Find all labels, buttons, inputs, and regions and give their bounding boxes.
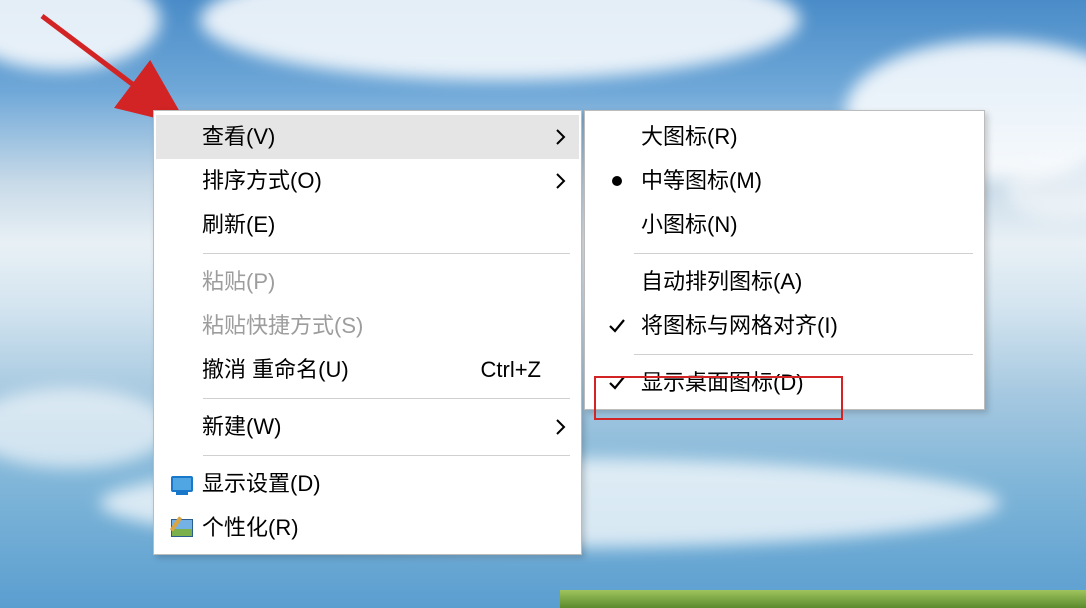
grass-decoration [560, 590, 1086, 608]
menu-label: 粘贴快捷方式(S) [202, 315, 551, 337]
cloud-decoration [0, 0, 160, 70]
menu-accelerator: Ctrl+Z [481, 359, 552, 381]
submenu-item-auto-arrange[interactable]: 自动排列图标(A) [587, 260, 982, 304]
menu-item-sort[interactable]: 排序方式(O) [156, 159, 579, 203]
display-icon [162, 476, 202, 492]
menu-item-personalize[interactable]: 个性化(R) [156, 506, 579, 550]
menu-separator [203, 455, 570, 456]
submenu-item-align-grid[interactable]: 将图标与网格对齐(I) [587, 304, 982, 348]
chevron-right-icon [551, 173, 571, 189]
menu-label: 刷新(E) [202, 214, 551, 236]
checkmark-icon [593, 318, 641, 334]
menu-label: 中等图标(M) [641, 170, 974, 192]
submenu-item-medium-icons[interactable]: 中等图标(M) [587, 159, 982, 203]
menu-label: 排序方式(O) [202, 170, 551, 192]
menu-item-new[interactable]: 新建(W) [156, 405, 579, 449]
menu-label: 查看(V) [202, 126, 551, 148]
menu-label: 新建(W) [202, 416, 551, 438]
menu-item-undo-rename[interactable]: 撤消 重命名(U) Ctrl+Z [156, 348, 579, 392]
menu-separator [203, 398, 570, 399]
annotation-highlight-box [594, 376, 843, 420]
personalize-icon [162, 519, 202, 537]
submenu-item-large-icons[interactable]: 大图标(R) [587, 115, 982, 159]
menu-label: 个性化(R) [202, 517, 551, 539]
chevron-right-icon [551, 419, 571, 435]
menu-item-paste: 粘贴(P) [156, 260, 579, 304]
menu-label: 自动排列图标(A) [641, 271, 974, 293]
cloud-decoration [200, 0, 800, 80]
bullet-icon [593, 176, 641, 186]
view-submenu: 大图标(R) 中等图标(M) 小图标(N) 自动排列图标(A) 将图标与网格对齐… [584, 110, 985, 410]
desktop-context-menu: 查看(V) 排序方式(O) 刷新(E) 粘贴(P) 粘贴快捷方式(S) 撤消 重… [153, 110, 582, 555]
menu-label: 将图标与网格对齐(I) [641, 315, 974, 337]
submenu-item-small-icons[interactable]: 小图标(N) [587, 203, 982, 247]
menu-item-view[interactable]: 查看(V) [156, 115, 579, 159]
menu-label: 粘贴(P) [202, 271, 551, 293]
menu-label: 大图标(R) [641, 126, 974, 148]
menu-item-display-settings[interactable]: 显示设置(D) [156, 462, 579, 506]
menu-separator [634, 354, 973, 355]
cloud-decoration [0, 388, 170, 468]
menu-item-paste-shortcut: 粘贴快捷方式(S) [156, 304, 579, 348]
menu-label: 撤消 重命名(U) [202, 359, 481, 381]
menu-separator [634, 253, 973, 254]
menu-item-refresh[interactable]: 刷新(E) [156, 203, 579, 247]
menu-separator [203, 253, 570, 254]
chevron-right-icon [551, 129, 571, 145]
menu-label: 显示设置(D) [202, 473, 551, 495]
menu-label: 小图标(N) [641, 214, 974, 236]
